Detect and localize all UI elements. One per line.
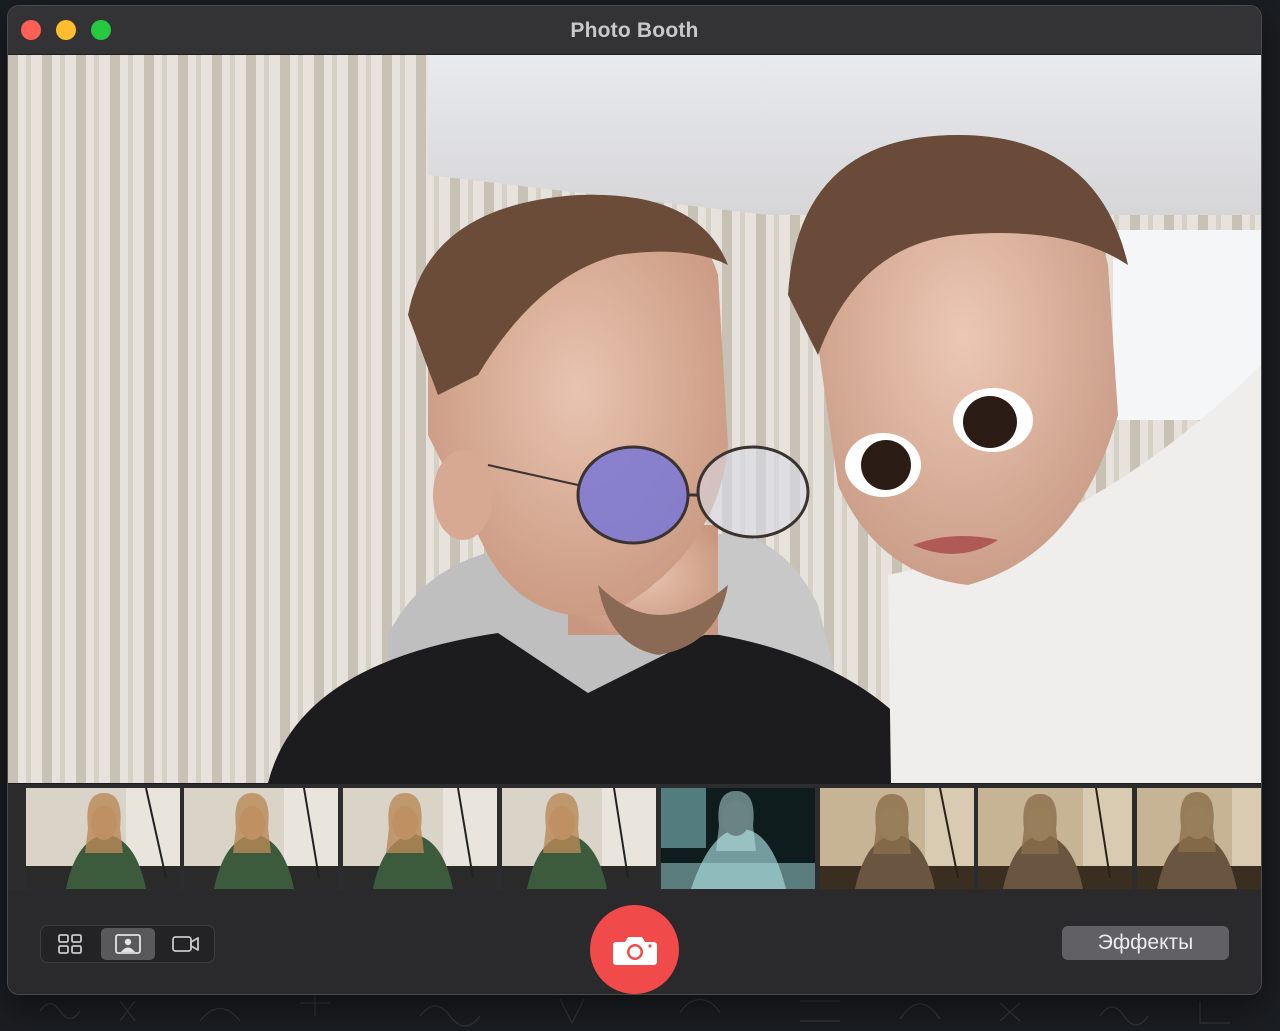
photo-booth-window: Photo Booth Эффекты xyxy=(8,6,1261,994)
view-mode-selector xyxy=(40,925,215,963)
thumbnail-image xyxy=(661,788,815,889)
photo-thumbnail[interactable] xyxy=(343,788,497,889)
video-camera-icon xyxy=(172,936,199,952)
photo-thumbnail[interactable] xyxy=(820,788,974,889)
window-title: Photo Booth xyxy=(570,19,699,42)
single-photo-button[interactable] xyxy=(101,928,155,960)
video-mode-button[interactable] xyxy=(159,928,213,960)
photo-thumbnail[interactable] xyxy=(184,788,338,889)
thumbnail-image xyxy=(820,788,974,889)
camera-preview xyxy=(8,55,1261,783)
grid-view-button[interactable] xyxy=(43,928,97,960)
camera-feed-image xyxy=(8,55,1261,783)
effects-button[interactable]: Эффекты xyxy=(1062,926,1229,960)
thumbnail-image xyxy=(343,788,497,889)
title-bar: Photo Booth xyxy=(8,6,1261,55)
take-photo-button[interactable] xyxy=(590,905,679,994)
single-photo-icon xyxy=(115,934,141,954)
thumbnail-image xyxy=(26,788,180,889)
thumbnail-image xyxy=(502,788,656,889)
thumbnail-image xyxy=(1137,788,1261,889)
photo-thumbnail[interactable] xyxy=(978,788,1132,889)
thumbnail-image xyxy=(184,788,338,889)
grid-four-icon xyxy=(58,934,82,954)
thumbnail-image xyxy=(978,788,1132,889)
desktop-wallpaper-pattern xyxy=(39,996,1230,1027)
photo-thumbnail[interactable] xyxy=(26,788,180,889)
camera-icon xyxy=(612,936,657,965)
photo-filmstrip xyxy=(8,783,1261,891)
bottom-toolbar: Эффекты xyxy=(8,890,1261,994)
photo-thumbnail[interactable] xyxy=(661,788,815,889)
photo-thumbnail[interactable] xyxy=(1137,788,1261,889)
photo-thumbnail[interactable] xyxy=(502,788,656,889)
